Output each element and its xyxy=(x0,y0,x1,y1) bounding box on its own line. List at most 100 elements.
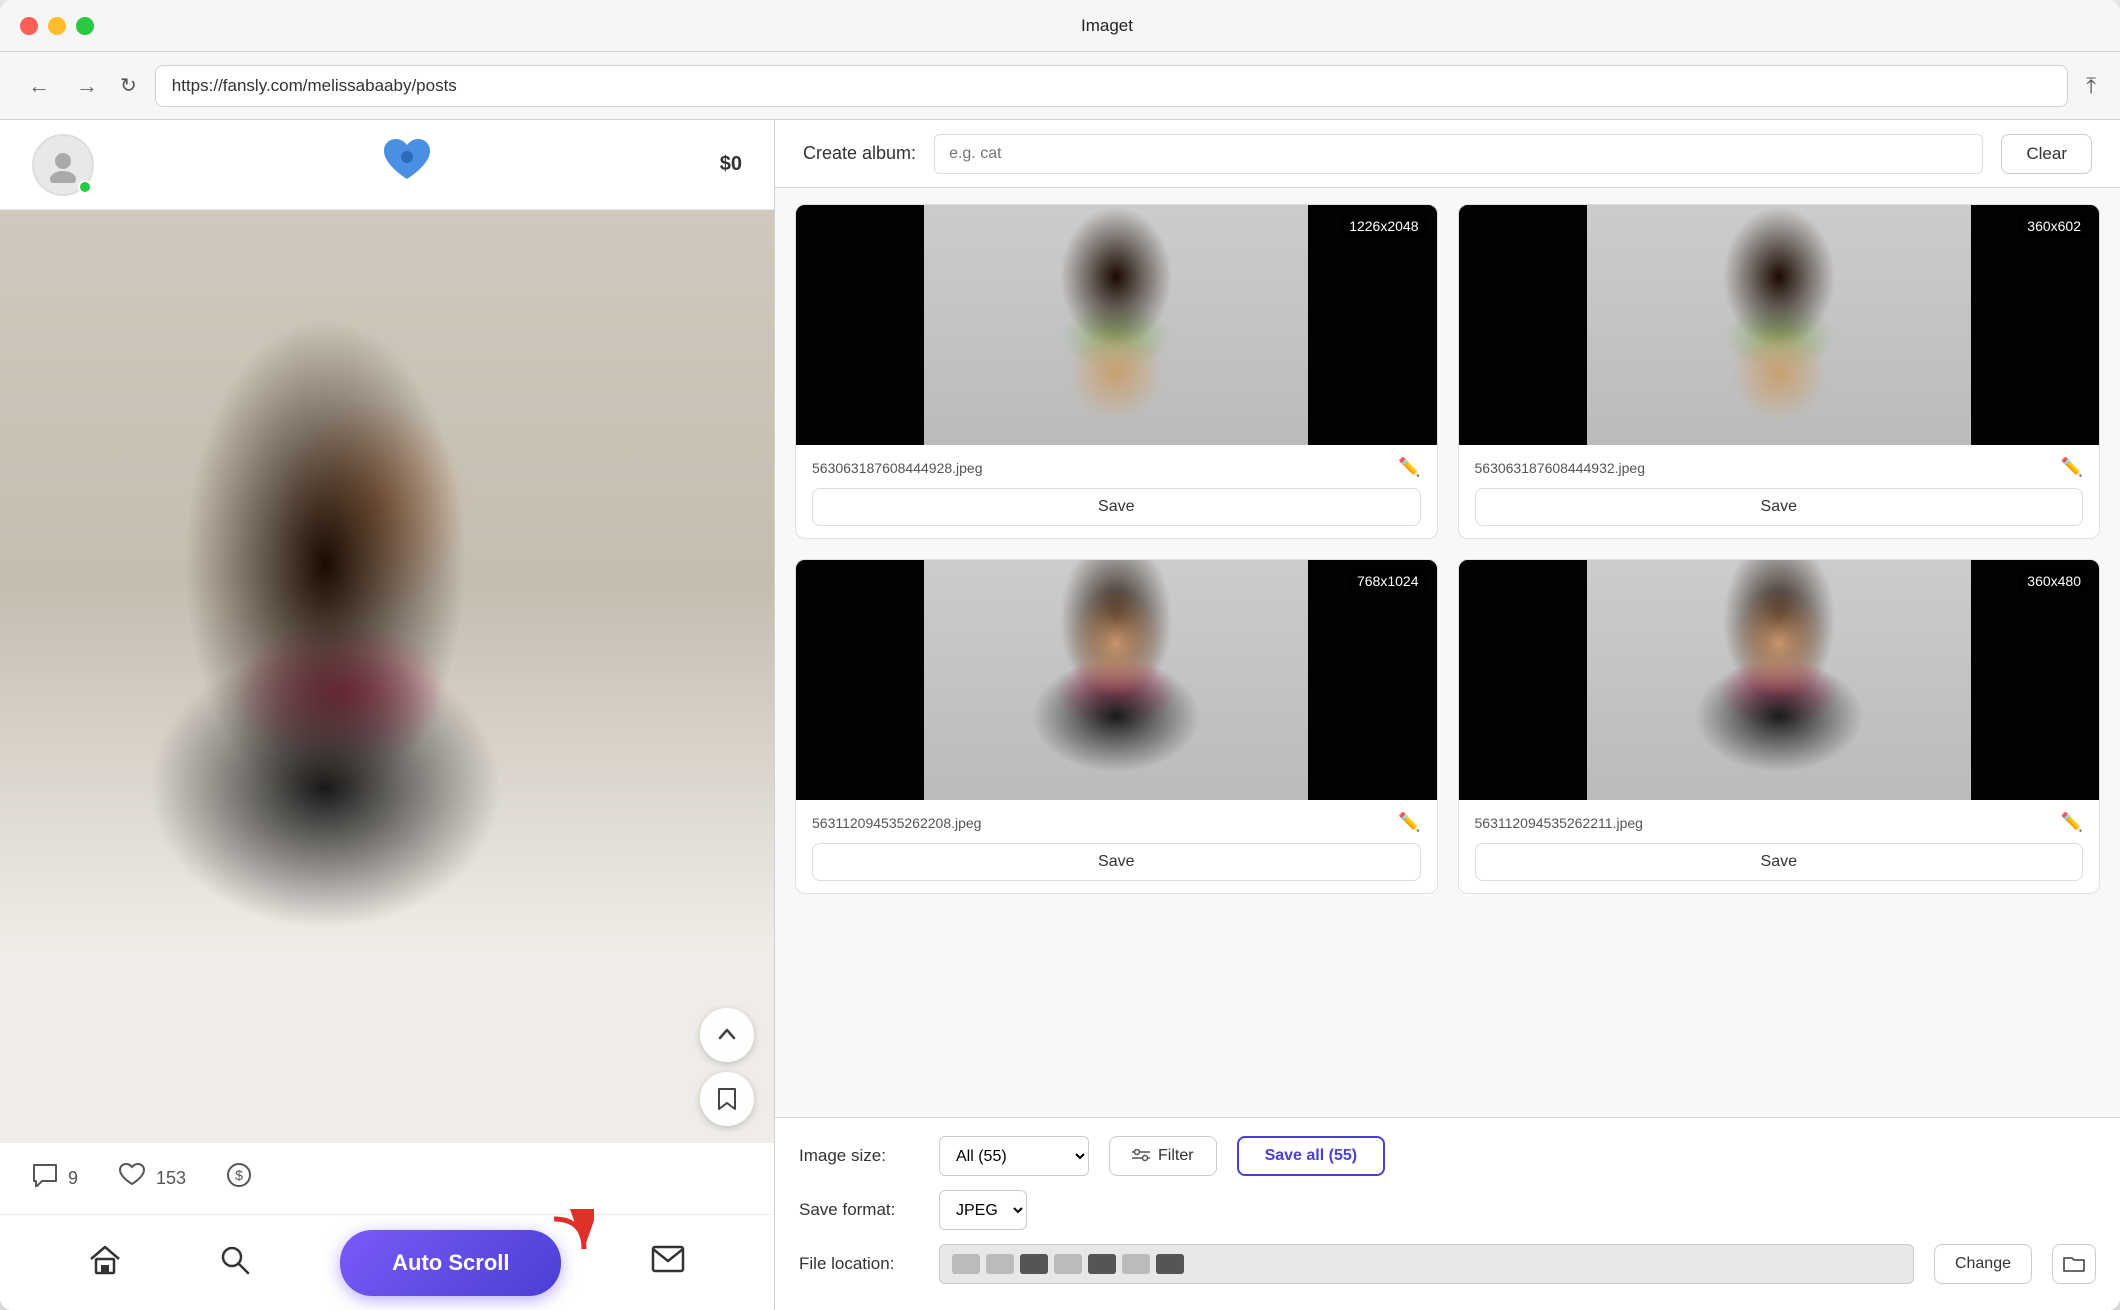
share-icon[interactable]: ⤒ xyxy=(2086,73,2096,99)
image-card: 360x480 563112094535262211.jpeg ✏️ Save xyxy=(1458,559,2101,894)
like-stat: 153 xyxy=(118,1162,186,1195)
image-card-footer: 563112094535262208.jpeg ✏️ Save xyxy=(796,800,1437,893)
image-thumb xyxy=(924,205,1308,445)
change-button[interactable]: Change xyxy=(1934,1244,2032,1284)
image-thumb xyxy=(1587,205,1971,445)
image-size-badge: 360x480 xyxy=(2019,570,2089,592)
save-button-1[interactable]: Save xyxy=(812,488,1421,526)
images-grid: 1226x2048 563063187608444928.jpeg ✏️ Sav… xyxy=(775,188,2120,1117)
comment-icon xyxy=(32,1163,58,1194)
folder-button[interactable] xyxy=(2052,1244,2096,1284)
dim-right xyxy=(1971,205,2099,445)
image-card: 1226x2048 563063187608444928.jpeg ✏️ Sav… xyxy=(795,204,1438,539)
post-image-container xyxy=(0,210,774,1142)
browser-panel: $0 xyxy=(0,120,775,1310)
bottom-nav-bar: Auto Scroll xyxy=(0,1214,774,1310)
home-button[interactable] xyxy=(81,1235,129,1291)
format-row: Save format: JPEG xyxy=(799,1190,2096,1230)
image-filename: 563063187608444932.jpeg xyxy=(1475,460,1646,476)
file-location-label: File location: xyxy=(799,1254,919,1274)
post-image xyxy=(0,210,774,1142)
clear-button[interactable]: Clear xyxy=(2001,134,2092,174)
like-icon xyxy=(118,1162,146,1195)
image-thumb xyxy=(924,560,1308,800)
filename-row: 563063187608444932.jpeg ✏️ xyxy=(1475,457,2084,478)
bookmark-button[interactable] xyxy=(700,1072,754,1126)
image-card-footer: 563063187608444932.jpeg ✏️ Save xyxy=(1459,445,2100,538)
image-size-badge: 360x602 xyxy=(2019,215,2089,237)
path-segment xyxy=(986,1254,1014,1274)
image-card: 768x1024 563112094535262208.jpeg ✏️ Save xyxy=(795,559,1438,894)
file-location-row: File location: Change xyxy=(799,1244,2096,1284)
image-card: 360x602 563063187608444932.jpeg ✏️ Save xyxy=(1458,204,2101,539)
app-window: Imaget ← → ↻ ⤒ xyxy=(0,0,2120,1310)
like-count: 153 xyxy=(156,1168,186,1189)
path-segment xyxy=(1054,1254,1082,1274)
image-size-badge: 768x1024 xyxy=(1349,570,1427,592)
album-bar: Create album: Clear xyxy=(775,120,2120,188)
image-size-badge: 1226x2048 xyxy=(1341,215,1426,237)
search-button[interactable] xyxy=(210,1235,258,1291)
forward-button[interactable]: → xyxy=(72,69,102,103)
brand-logo xyxy=(380,135,434,194)
image-preview-4: 360x480 xyxy=(1459,560,2100,800)
dim-left xyxy=(796,560,924,800)
edit-icon[interactable]: ✏️ xyxy=(1398,812,1420,833)
back-button[interactable]: ← xyxy=(24,69,54,103)
save-all-button[interactable]: Save all (55) xyxy=(1237,1136,1386,1176)
album-input[interactable] xyxy=(934,134,1983,174)
main-content: $0 xyxy=(0,120,2120,1310)
bottom-controls: Image size: All (55) Filter Save all (55… xyxy=(775,1117,2120,1310)
refresh-button[interactable]: ↻ xyxy=(120,73,137,98)
mail-button[interactable] xyxy=(643,1237,693,1289)
svg-text:$: $ xyxy=(235,1167,243,1183)
path-segment xyxy=(1122,1254,1150,1274)
person-image xyxy=(0,210,774,1142)
edit-icon[interactable]: ✏️ xyxy=(2061,457,2083,478)
dim-right xyxy=(1971,560,2099,800)
save-button-3[interactable]: Save xyxy=(812,843,1421,881)
window-title: Imaget xyxy=(114,16,2100,36)
save-format-label: Save format: xyxy=(799,1200,919,1220)
image-card-footer: 563112094535262211.jpeg ✏️ Save xyxy=(1459,800,2100,893)
path-segment xyxy=(1156,1254,1184,1274)
album-label: Create album: xyxy=(803,143,916,164)
image-size-select[interactable]: All (55) xyxy=(939,1136,1089,1176)
balance: $0 xyxy=(720,153,742,176)
minimize-button[interactable] xyxy=(48,17,66,35)
filename-row: 563112094535262211.jpeg ✏️ xyxy=(1475,812,2084,833)
filename-row: 563112094535262208.jpeg ✏️ xyxy=(812,812,1421,833)
online-indicator xyxy=(78,180,92,194)
avatar-container xyxy=(32,134,94,196)
filename-row: 563063187608444928.jpeg ✏️ xyxy=(812,457,1421,478)
path-segment xyxy=(1020,1254,1048,1274)
filter-button[interactable]: Filter xyxy=(1109,1136,1217,1176)
edit-icon[interactable]: ✏️ xyxy=(2061,812,2083,833)
dim-right xyxy=(1308,560,1436,800)
imaget-panel: Create album: Clear 1226x2048 xyxy=(775,120,2120,1310)
file-location-bar xyxy=(939,1244,1914,1284)
auto-scroll-button[interactable]: Auto Scroll xyxy=(340,1230,561,1296)
fullscreen-button[interactable] xyxy=(76,17,94,35)
image-card-footer: 563063187608444928.jpeg ✏️ Save xyxy=(796,445,1437,538)
format-select[interactable]: JPEG xyxy=(939,1190,1027,1230)
image-preview-1: 1226x2048 xyxy=(796,205,1437,445)
dim-right xyxy=(1308,205,1436,445)
scroll-up-button[interactable] xyxy=(700,1008,754,1062)
image-filename: 563112094535262208.jpeg xyxy=(812,815,981,831)
edit-icon[interactable]: ✏️ xyxy=(1398,457,1420,478)
image-preview-2: 360x602 xyxy=(1459,205,2100,445)
path-segment xyxy=(1088,1254,1116,1274)
url-input[interactable] xyxy=(155,65,2069,107)
titlebar: Imaget xyxy=(0,0,2120,52)
path-segment xyxy=(952,1254,980,1274)
image-size-row: Image size: All (55) Filter Save all (55… xyxy=(799,1136,2096,1176)
tip-stat: $ xyxy=(226,1162,252,1195)
save-button-4[interactable]: Save xyxy=(1475,843,2084,881)
dim-left xyxy=(796,205,924,445)
image-filename: 563063187608444928.jpeg xyxy=(812,460,983,476)
save-button-2[interactable]: Save xyxy=(1475,488,2084,526)
filter-label: Filter xyxy=(1158,1147,1194,1165)
close-button[interactable] xyxy=(20,17,38,35)
dim-left xyxy=(1459,560,1587,800)
